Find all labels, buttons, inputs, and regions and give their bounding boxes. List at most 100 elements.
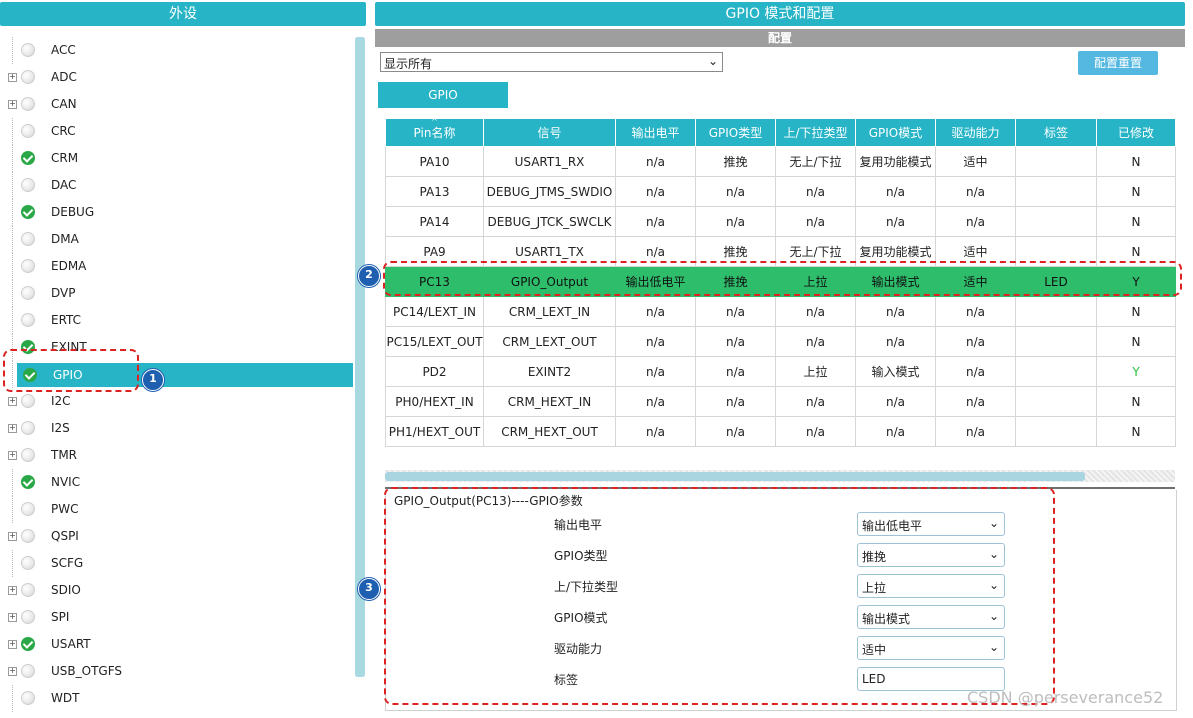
- sidebar-item-usb_otgfs[interactable]: + USB_OTGFS: [0, 658, 350, 685]
- column-header[interactable]: 输出电平: [615, 118, 696, 147]
- table-row[interactable]: PH0/HEXT_IN CRM_HEXT_IN n/a n/a n/a n/a n/a N: [385, 386, 1176, 417]
- table-row[interactable]: PA13 DEBUG_JTMS_SWDIO n/a n/a n/a n/a n/a N: [385, 176, 1176, 207]
- gpio-panel-title: GPIO 模式和配置: [375, 2, 1185, 26]
- sidebar-item-crm[interactable]: CRM: [0, 145, 350, 172]
- table-cell: PA14: [385, 206, 484, 237]
- table-cell: DEBUG_JTMS_SWDIO: [483, 176, 616, 207]
- peripheral-panel-title: 外设: [0, 2, 366, 26]
- status-dot-icon: [21, 556, 35, 570]
- tree-connector-line: [12, 118, 13, 145]
- sidebar-item-nvic[interactable]: NVIC: [0, 469, 350, 496]
- table-cell: n/a: [855, 416, 936, 447]
- table-cell: 输入模式: [855, 356, 936, 387]
- table-cell: n/a: [695, 356, 776, 387]
- table-cell: n/a: [615, 296, 696, 327]
- sidebar-item-qspi[interactable]: + QSPI: [0, 523, 350, 550]
- filter-select[interactable]: 显示所有 ⌄: [380, 52, 723, 72]
- table-row[interactable]: PH1/HEXT_OUT CRM_HEXT_OUT n/a n/a n/a n/a n/a N: [385, 416, 1176, 447]
- table-cell: CRM_LEXT_OUT: [483, 326, 616, 357]
- callout-badge-1: 1: [142, 369, 164, 391]
- status-dot-icon: [21, 691, 35, 705]
- table-cell: PA13: [385, 176, 484, 207]
- table-cell: n/a: [855, 176, 936, 207]
- tree-connector-line: [12, 469, 13, 496]
- sidebar-item-adc[interactable]: + ADC: [0, 64, 350, 91]
- sidebar-item-i2c[interactable]: + I2C: [0, 388, 350, 415]
- sidebar-item-usart[interactable]: + USART: [0, 631, 350, 658]
- expand-icon[interactable]: +: [8, 451, 17, 460]
- sidebar-item-dvp[interactable]: DVP: [0, 280, 350, 307]
- table-cell: N: [1096, 146, 1176, 177]
- table-scrollbar-thumb[interactable]: [385, 472, 1085, 481]
- tab-gpio[interactable]: GPIO: [378, 82, 508, 108]
- sidebar-item-label: CAN: [51, 97, 77, 111]
- table-cell: [1015, 356, 1097, 387]
- sidebar-item-label: CRC: [51, 124, 76, 138]
- table-cell: DEBUG_JTCK_SWCLK: [483, 206, 616, 237]
- status-dot-icon: [21, 610, 35, 624]
- table-cell: 上拉: [775, 356, 856, 387]
- expand-icon[interactable]: +: [8, 73, 17, 82]
- expand-icon[interactable]: +: [8, 613, 17, 622]
- table-cell: PD2: [385, 356, 484, 387]
- sidebar-item-ertc[interactable]: ERTC: [0, 307, 350, 334]
- expand-icon[interactable]: +: [8, 640, 17, 649]
- column-header[interactable]: 驱动能力: [935, 118, 1016, 147]
- sidebar-item-sdio[interactable]: + SDIO: [0, 577, 350, 604]
- reset-config-button[interactable]: 配置重置: [1078, 51, 1158, 75]
- table-cell: n/a: [615, 176, 696, 207]
- expand-icon[interactable]: +: [8, 100, 17, 109]
- sidebar-item-label: DVP: [51, 286, 76, 300]
- status-dot-icon: [21, 583, 35, 597]
- expand-icon[interactable]: +: [8, 586, 17, 595]
- sidebar-item-spi[interactable]: + SPI: [0, 604, 350, 631]
- expand-icon[interactable]: +: [8, 397, 17, 406]
- sidebar-item-crc[interactable]: CRC: [0, 118, 350, 145]
- table-row[interactable]: PC15/LEXT_OUT CRM_LEXT_OUT n/a n/a n/a n/a n/a…: [385, 326, 1176, 357]
- table-cell: [1015, 416, 1097, 447]
- sidebar-item-label: WDT: [51, 691, 80, 705]
- sidebar-item-dac[interactable]: DAC: [0, 172, 350, 199]
- table-cell: N: [1096, 176, 1176, 207]
- sidebar-item-tmr[interactable]: + TMR: [0, 442, 350, 469]
- table-cell: N: [1096, 416, 1176, 447]
- table-cell: n/a: [855, 326, 936, 357]
- column-header[interactable]: GPIO模式: [855, 118, 936, 147]
- sidebar-item-debug[interactable]: DEBUG: [0, 199, 350, 226]
- column-header[interactable]: GPIO类型: [695, 118, 776, 147]
- column-header[interactable]: 信号: [483, 118, 616, 147]
- column-header-label: 标签: [1043, 126, 1068, 140]
- column-header-label: GPIO模式: [868, 126, 923, 140]
- status-dot-icon: [21, 664, 35, 678]
- table-row[interactable]: PA10 USART1_RX n/a 推挽 无上/下拉 复用功能模式 适中 N: [385, 146, 1176, 177]
- table-cell: n/a: [615, 206, 696, 237]
- column-header[interactable]: Pin名称 ^: [385, 117, 484, 147]
- table-cell: n/a: [935, 176, 1016, 207]
- table-row[interactable]: PD2 EXINT2 n/a n/a 上拉 输入模式 n/a Y: [385, 356, 1176, 387]
- column-header[interactable]: 标签: [1015, 118, 1097, 147]
- expand-icon[interactable]: +: [8, 667, 17, 676]
- sidebar-item-pwc[interactable]: PWC: [0, 496, 350, 523]
- table-cell: [1015, 206, 1097, 237]
- table-row[interactable]: PA14 DEBUG_JTCK_SWCLK n/a n/a n/a n/a n/a N: [385, 206, 1176, 237]
- sidebar-item-scfg[interactable]: SCFG: [0, 550, 350, 577]
- table-cell: PC15/LEXT_OUT: [385, 326, 484, 357]
- expand-icon[interactable]: +: [8, 532, 17, 541]
- sidebar-item-can[interactable]: + CAN: [0, 91, 350, 118]
- table-row[interactable]: PC14/LEXT_IN CRM_LEXT_IN n/a n/a n/a n/a n/a N: [385, 296, 1176, 327]
- sidebar-item-i2s[interactable]: + I2S: [0, 415, 350, 442]
- sidebar-item-wdt[interactable]: WDT: [0, 685, 350, 712]
- sidebar-item-dma[interactable]: DMA: [0, 226, 350, 253]
- table-cell: n/a: [615, 416, 696, 447]
- column-header-label: 驱动能力: [951, 126, 1000, 140]
- status-dot-icon: [21, 502, 35, 516]
- column-header[interactable]: 已修改: [1096, 118, 1176, 147]
- column-header[interactable]: 上/下拉类型: [775, 118, 856, 147]
- expand-icon[interactable]: +: [8, 424, 17, 433]
- tree-connector-line: [12, 172, 13, 199]
- annotation-box-gpio-item: [3, 349, 139, 392]
- config-section-bar: 配置: [375, 29, 1185, 47]
- table-cell: n/a: [775, 206, 856, 237]
- sidebar-item-acc[interactable]: ACC: [0, 37, 350, 64]
- sidebar-item-edma[interactable]: EDMA: [0, 253, 350, 280]
